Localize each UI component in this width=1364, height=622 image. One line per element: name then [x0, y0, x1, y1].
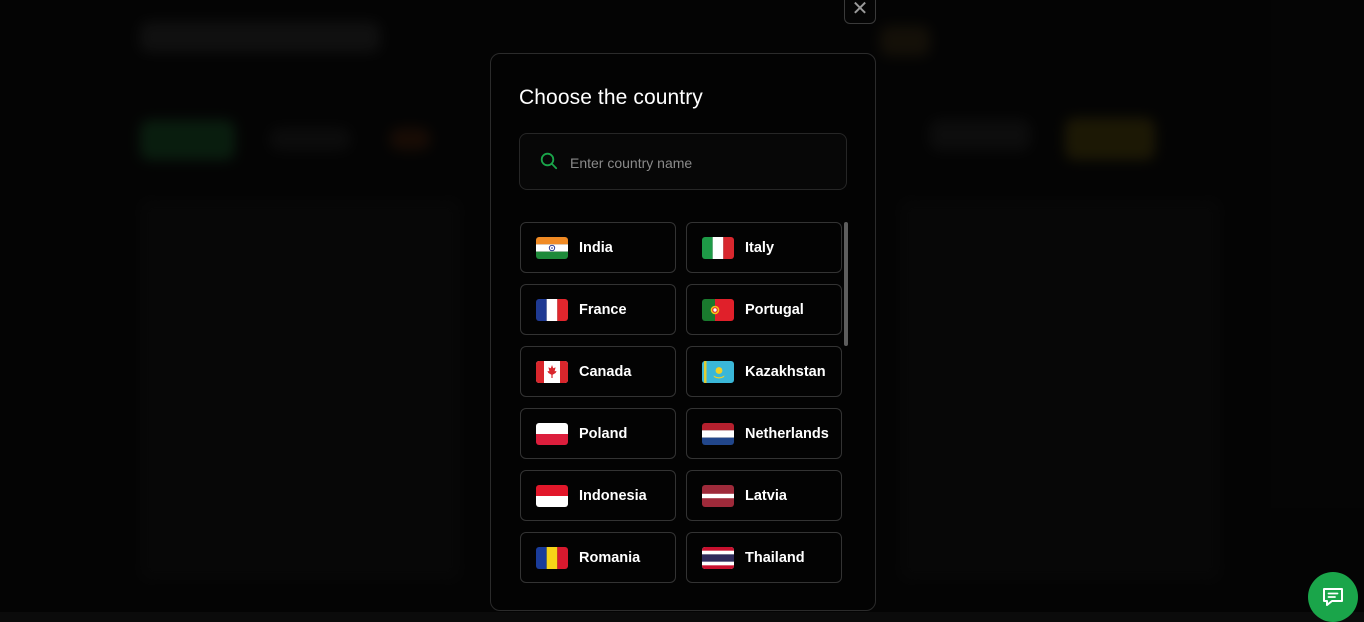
modal-title: Choose the country	[519, 86, 703, 109]
country-name: Poland	[579, 425, 628, 442]
country-netherlands[interactable]: Netherlands	[686, 408, 842, 459]
country-name: Italy	[745, 239, 775, 256]
country-grid: India Italy France Portugal Canada Kazak…	[520, 222, 842, 583]
flag-thailand-icon	[702, 546, 734, 569]
flag-romania-icon	[536, 546, 568, 569]
country-canada[interactable]: Canada	[520, 346, 676, 397]
flag-poland-icon	[536, 422, 568, 445]
flag-kazakhstan-icon	[702, 360, 734, 383]
search-icon	[540, 152, 558, 170]
flag-indonesia-icon	[536, 484, 568, 507]
close-button[interactable]: ✕	[844, 0, 876, 24]
chat-icon	[1323, 588, 1343, 606]
country-portugal[interactable]: Portugal	[686, 284, 842, 335]
country-name: Canada	[579, 363, 632, 380]
chat-button[interactable]	[1308, 572, 1358, 622]
flag-india-icon	[536, 236, 568, 259]
country-romania[interactable]: Romania	[520, 532, 676, 583]
country-list-scrollbar[interactable]	[844, 222, 848, 346]
country-indonesia[interactable]: Indonesia	[520, 470, 676, 521]
close-icon: ✕	[851, 0, 869, 20]
country-name: Indonesia	[579, 487, 647, 504]
country-thailand[interactable]: Thailand	[686, 532, 842, 583]
flag-netherlands-icon	[702, 422, 734, 445]
country-latvia[interactable]: Latvia	[686, 470, 842, 521]
country-name: Romania	[579, 549, 641, 566]
country-kazakhstan[interactable]: Kazakhstan	[686, 346, 842, 397]
country-name: Latvia	[745, 487, 787, 504]
country-poland[interactable]: Poland	[520, 408, 676, 459]
flag-france-icon	[536, 298, 568, 321]
country-name: Kazakhstan	[745, 363, 826, 380]
country-name: Thailand	[745, 549, 805, 566]
search-box[interactable]	[519, 133, 847, 191]
country-name: France	[579, 301, 627, 318]
flag-italy-icon	[702, 236, 734, 259]
country-name: Portugal	[745, 301, 804, 318]
country-picker-modal: Choose the country India Italy	[490, 53, 876, 611]
country-india[interactable]: India	[520, 222, 676, 273]
country-name: India	[579, 239, 613, 256]
search-input[interactable]	[568, 134, 832, 191]
country-italy[interactable]: Italy	[686, 222, 842, 273]
flag-portugal-icon	[702, 298, 734, 321]
country-name: Netherlands	[745, 425, 829, 442]
flag-canada-icon	[536, 360, 568, 383]
flag-latvia-icon	[702, 484, 734, 507]
country-france[interactable]: France	[520, 284, 676, 335]
